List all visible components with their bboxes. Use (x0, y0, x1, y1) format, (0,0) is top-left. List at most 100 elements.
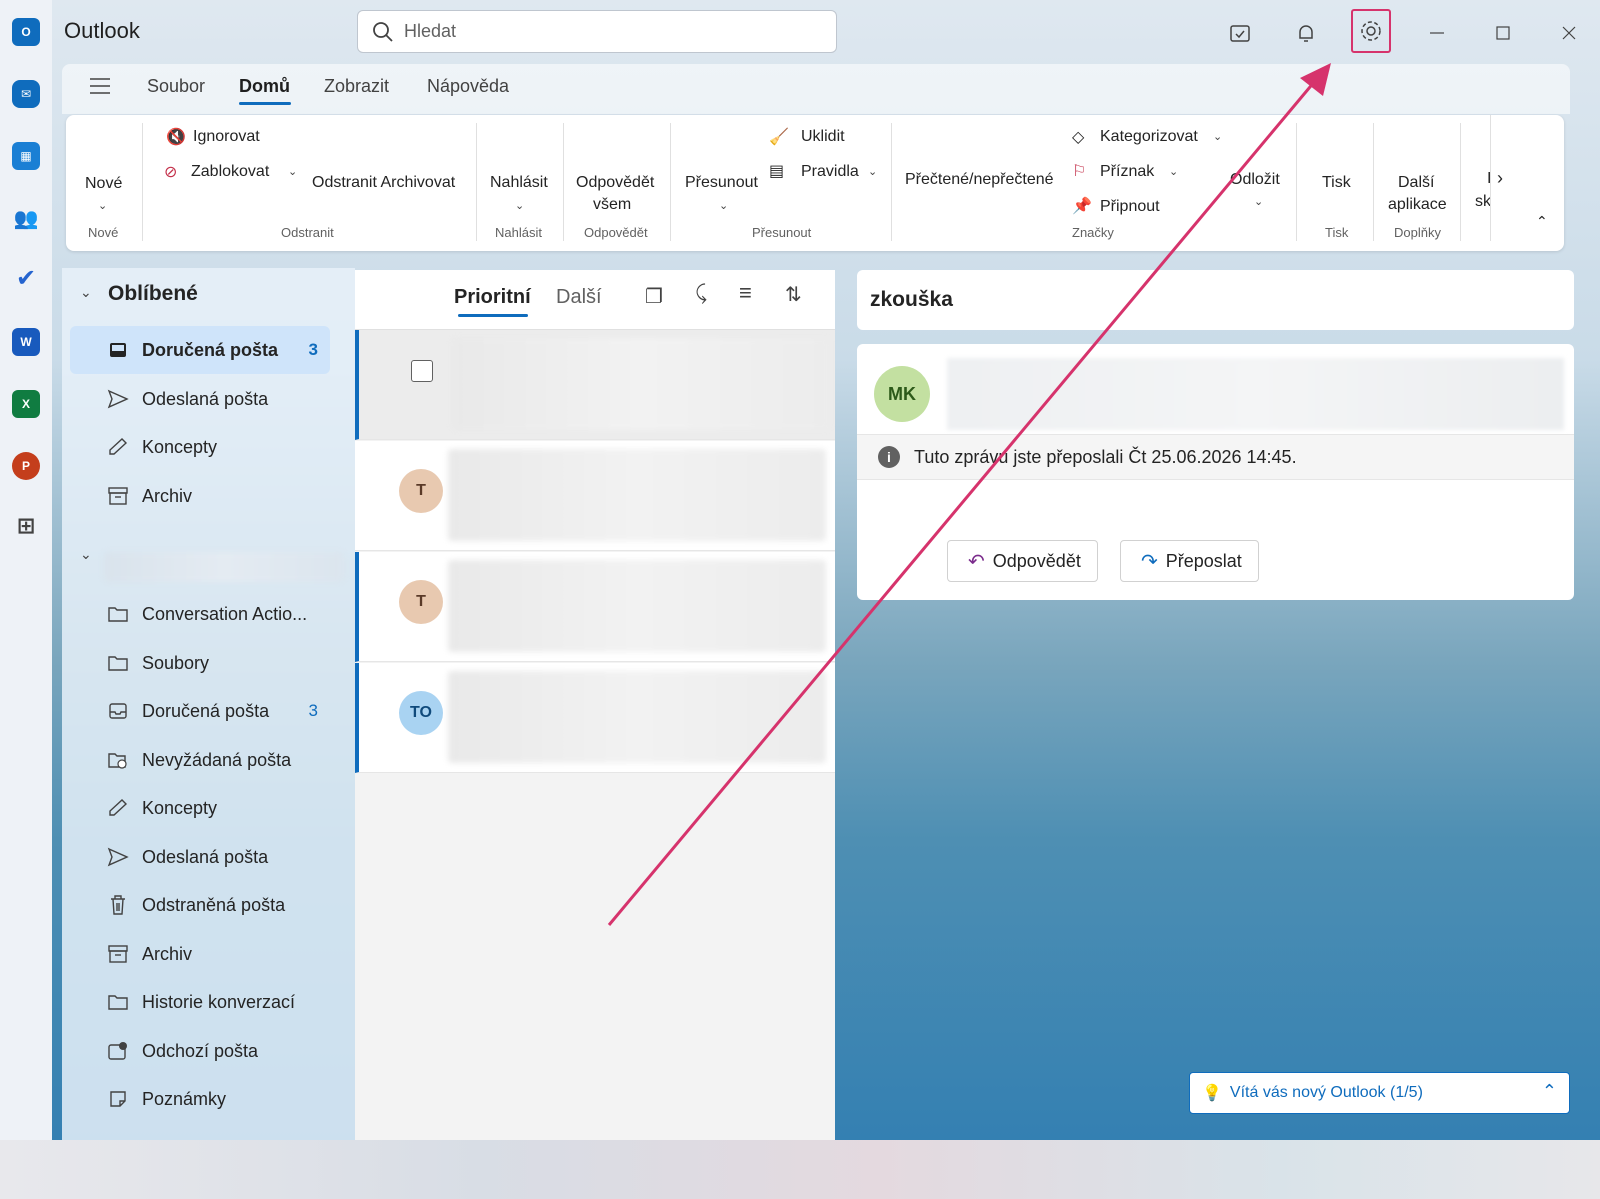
maximize-icon[interactable] (1483, 14, 1523, 52)
notifications-icon[interactable] (1286, 14, 1326, 52)
print-button[interactable]: Tisk (1322, 174, 1351, 192)
select-mode-icon[interactable]: ❐ (645, 284, 663, 309)
search-input[interactable]: Hledat (404, 21, 456, 42)
chevron-down-icon[interactable]: ⌄ (288, 165, 297, 178)
flag-button[interactable]: Příznak (1100, 163, 1154, 181)
filter-icon[interactable]: ≡ (739, 280, 752, 306)
folder-icon (106, 992, 130, 1012)
reply-all-button[interactable]: Odpovědět (576, 174, 654, 192)
powerpoint-app-icon[interactable]: P (12, 452, 40, 480)
snooze-button[interactable]: Odložit (1230, 171, 1280, 189)
calendar-app-icon[interactable]: ▦ (12, 142, 40, 170)
read-unread-button[interactable]: Přečtené/nepřečtené (905, 171, 1054, 189)
folder-item-drafts[interactable]: Koncepty (70, 423, 330, 471)
chevron-right-icon[interactable]: › (1497, 168, 1503, 189)
report-button[interactable]: Nahlásit (490, 174, 548, 192)
excel-app-icon[interactable]: X (12, 390, 40, 418)
chevron-down-icon[interactable]: ⌄ (868, 165, 877, 178)
tab-home[interactable]: Domů (239, 76, 290, 97)
new-mail-button[interactable]: Nové (85, 175, 122, 193)
delete-archive-button[interactable]: Odstranit Archivovat (312, 174, 455, 192)
close-icon[interactable] (1549, 14, 1589, 52)
minimize-icon[interactable] (1417, 14, 1457, 52)
folder-item-sent-account[interactable]: Odeslaná pošta (70, 833, 330, 881)
folder-item-files[interactable]: Soubory (70, 639, 330, 687)
block-button[interactable]: Zablokovat (191, 163, 269, 181)
send-icon (106, 389, 130, 409)
folder-item-junk[interactable]: Nevyžádaná pošta (70, 736, 330, 784)
pin-button[interactable]: Připnout (1100, 198, 1160, 216)
folder-label: Nevyžádaná pošta (142, 749, 292, 770)
sort-icon[interactable]: ⇅ (785, 282, 802, 307)
info-bar: i Tuto zprávu jste přeposlali Čt 25.06.2… (857, 434, 1574, 480)
ribbon: Nové ⌄ Nové 🔇 Ignorovat ⊘ Zablokovat ⌄ O… (66, 115, 1564, 251)
folder-label: Historie konverzací (142, 991, 296, 1012)
categorize-button[interactable]: Kategorizovat (1100, 128, 1198, 146)
message-row[interactable]: TO (355, 663, 835, 773)
folder-label: Odchozí pošta (142, 1040, 259, 1061)
folder-item-archive[interactable]: Archiv (70, 472, 330, 520)
favorites-header[interactable]: Oblíbené (108, 282, 198, 306)
folder-item-deleted[interactable]: Odstraněná pošta (70, 881, 330, 929)
tab-file[interactable]: Soubor (147, 76, 205, 97)
reply-button[interactable]: ↶ Odpovědět (947, 540, 1098, 582)
forward-icon: ↷ (1141, 550, 1158, 573)
folder-item-inbox-account[interactable]: Doručená pošta 3 (70, 687, 330, 735)
sender-avatar[interactable]: MK (874, 366, 930, 422)
unread-count: 3 (308, 701, 318, 720)
chevron-down-icon[interactable]: ⌄ (1169, 165, 1178, 178)
chevron-down-icon[interactable]: ⌄ (1213, 130, 1222, 143)
collapse-ribbon-icon[interactable]: ⌃ (1536, 213, 1548, 230)
chevron-down-icon[interactable]: ⌄ (719, 199, 728, 212)
message-row[interactable]: T (355, 441, 835, 551)
folder-item-outbox[interactable]: Odchozí pošta (70, 1027, 330, 1075)
settings-icon[interactable] (1351, 9, 1391, 53)
more-apps-icon[interactable]: ⊞ (12, 512, 40, 540)
people-app-icon[interactable]: 👥 (12, 204, 40, 232)
folder-item-drafts-account[interactable]: Koncepty (70, 784, 330, 832)
broom-icon: 🧹 (769, 129, 789, 146)
chevron-down-icon[interactable]: ⌄ (80, 284, 92, 301)
more-apps-button[interactable]: Další (1398, 174, 1434, 192)
chevron-up-icon[interactable]: ⌃ (1542, 1081, 1557, 1102)
chevron-down-icon[interactable]: ⌄ (515, 199, 524, 212)
forward-button[interactable]: ↷ Přeposlat (1120, 540, 1259, 582)
inbox-icon (106, 701, 130, 721)
message-subject: zkouška (870, 288, 953, 311)
ignore-button[interactable]: Ignorovat (193, 128, 260, 146)
todo-app-icon[interactable]: ✔ (12, 264, 40, 292)
folder-label: Koncepty (142, 797, 218, 818)
my-day-icon[interactable] (1220, 14, 1260, 52)
tab-focused[interactable]: Prioritní (454, 286, 531, 309)
message-row[interactable] (355, 330, 835, 440)
folder-item-conversation-actions[interactable]: Conversation Actio... (70, 590, 330, 638)
hamburger-menu-icon[interactable] (88, 76, 112, 101)
message-checkbox[interactable] (411, 360, 433, 382)
folder-item-notes[interactable]: Poznámky (70, 1075, 330, 1123)
rules-button[interactable]: Pravidla (801, 163, 859, 181)
sweep-button[interactable]: Uklidit (801, 128, 845, 146)
jump-to-icon[interactable]: ⤹ (695, 282, 707, 305)
tab-other[interactable]: Další (556, 286, 602, 309)
more-apps-button-line2[interactable]: aplikace (1388, 196, 1447, 214)
tab-help[interactable]: Nápověda (427, 76, 509, 97)
folder-item-sent[interactable]: Odeslaná pošta (70, 375, 330, 423)
chevron-down-icon[interactable]: ⌄ (98, 199, 107, 212)
cut-off-button-line2[interactable]: sk (1475, 193, 1491, 211)
folder-item-inbox[interactable]: Doručená pošta 3 (70, 326, 330, 374)
folder-label: Doručená pošta (142, 339, 279, 360)
folder-item-conversation-history[interactable]: Historie konverzací (70, 978, 330, 1026)
reply-all-button-line2[interactable]: všem (593, 196, 631, 214)
account-name-blurred[interactable] (104, 552, 344, 582)
word-app-icon[interactable]: W (12, 328, 40, 356)
chevron-down-icon[interactable]: ⌄ (80, 546, 92, 563)
tab-view[interactable]: Zobrazit (324, 76, 389, 97)
move-button[interactable]: Přesunout (685, 174, 758, 192)
welcome-banner[interactable]: 💡 Vítá vás nový Outlook (1/5) ⌃ (1189, 1072, 1570, 1114)
message-row[interactable]: T (355, 552, 835, 662)
search-box[interactable]: Hledat (357, 10, 837, 53)
folder-item-archive-account[interactable]: Archiv (70, 930, 330, 978)
mail-app-icon[interactable]: ✉ (12, 80, 40, 108)
chevron-down-icon[interactable]: ⌄ (1254, 195, 1263, 208)
group-addins-label: Doplňky (1394, 225, 1441, 240)
